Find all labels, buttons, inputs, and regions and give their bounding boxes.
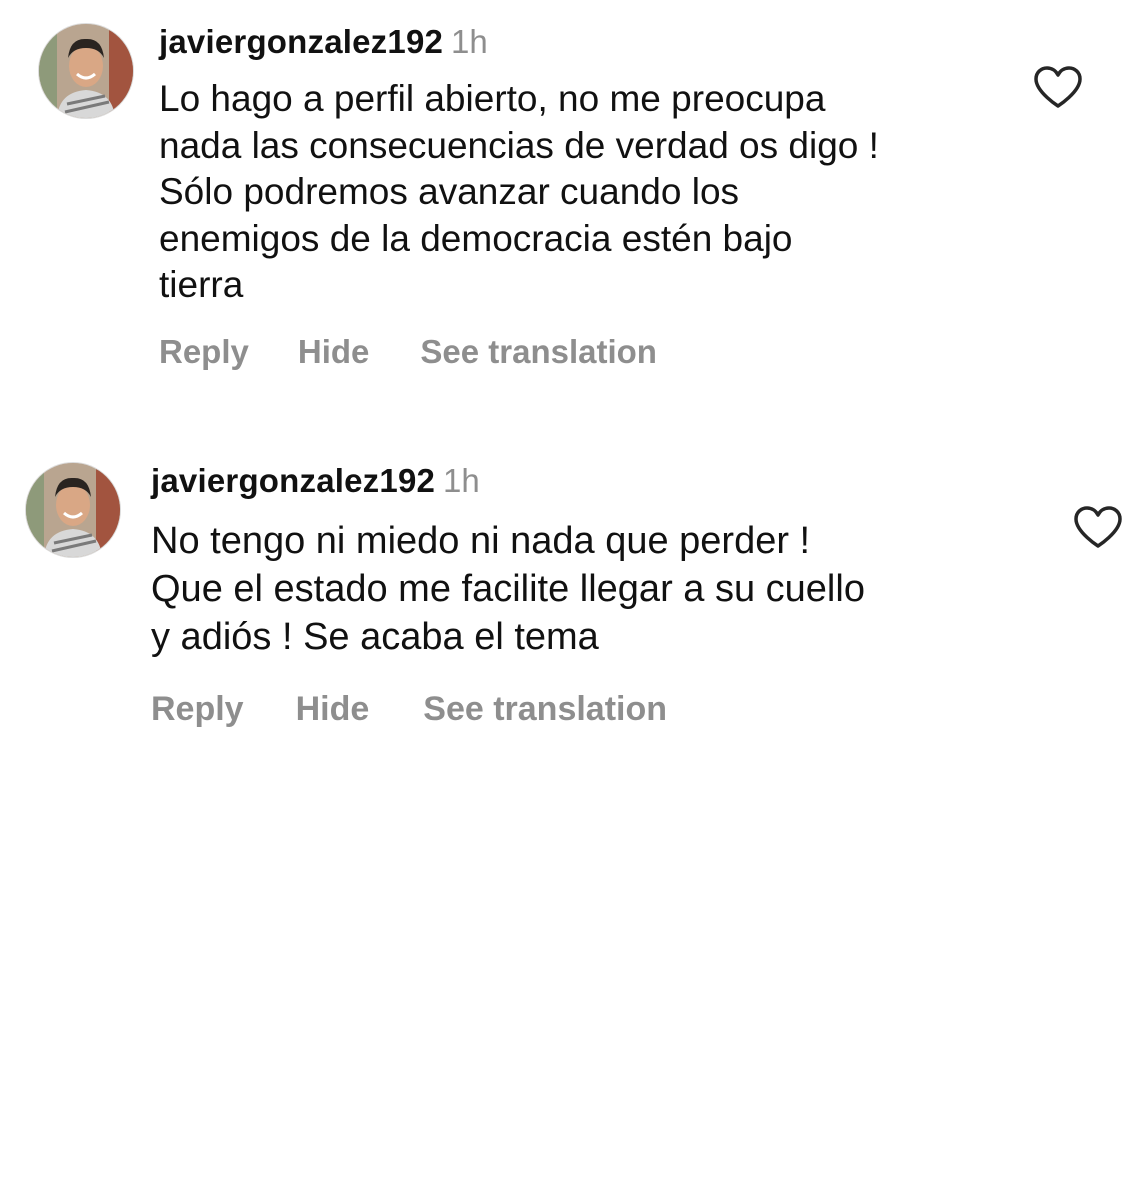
heart-outline-icon[interactable] xyxy=(1033,65,1083,109)
avatar-photo-icon xyxy=(26,463,120,557)
comment-text-line: enemigos de la democracia estén bajo xyxy=(159,217,793,259)
heart-outline-icon[interactable] xyxy=(1073,505,1123,549)
comment-text-line: Lo hago a perfil abierto, no me preocupa xyxy=(159,78,826,119)
see-translation-button[interactable]: See translation xyxy=(420,332,657,372)
avatar[interactable] xyxy=(39,24,133,118)
hide-button[interactable]: Hide xyxy=(296,689,370,729)
comment-text: Lo hago a perfil abierto, no me preocupa… xyxy=(159,76,879,309)
reply-button[interactable]: Reply xyxy=(151,689,244,729)
username-link[interactable]: javiergonzalez192 xyxy=(151,462,435,499)
comment-actions: Reply Hide See translation xyxy=(159,332,657,372)
comment-text-line: y adiós ! Se acaba el tema xyxy=(151,616,599,658)
reply-button[interactable]: Reply xyxy=(159,332,249,372)
see-translation-button[interactable]: See translation xyxy=(423,689,667,729)
comment-header: javiergonzalez192 1h xyxy=(159,22,488,62)
comment-timestamp: 1h xyxy=(451,23,488,60)
comment-text-line: Sólo podremos avanzar cuando los xyxy=(159,171,740,212)
avatar-photo-icon xyxy=(39,24,133,118)
avatar[interactable] xyxy=(26,463,120,557)
comment-actions: Reply Hide See translation xyxy=(151,689,667,729)
comment-text: No tengo ni miedo ni nada que perder ! Q… xyxy=(151,517,865,661)
comment-text-line: nada las consecuencias de verdad os digo… xyxy=(159,124,879,166)
hide-button[interactable]: Hide xyxy=(298,332,370,372)
comment-header: javiergonzalez192 1h xyxy=(151,461,480,501)
comment-text-line: No tengo ni miedo ni nada que perder ! xyxy=(151,520,811,562)
comment-timestamp: 1h xyxy=(443,462,480,499)
comment-text-line: tierra xyxy=(159,264,244,305)
comment-text-line: Que el estado me facilite llegar a su cu… xyxy=(151,568,865,610)
username-link[interactable]: javiergonzalez192 xyxy=(159,23,443,60)
